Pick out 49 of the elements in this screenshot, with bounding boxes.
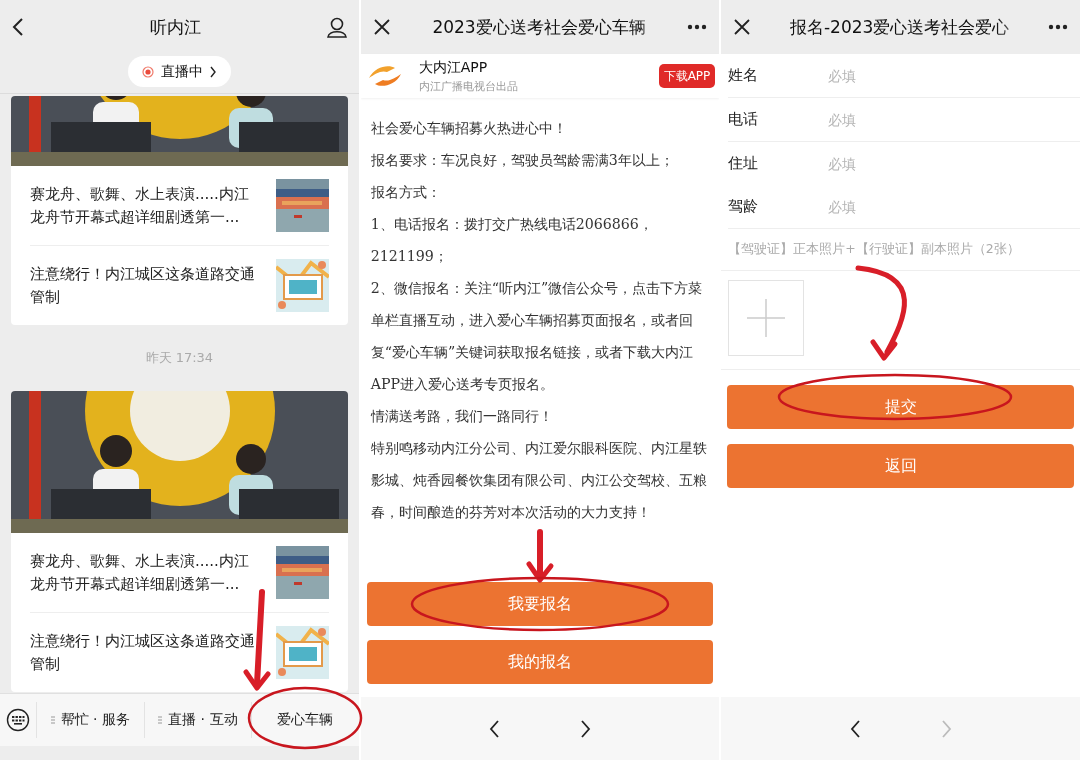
input-field[interactable]: 必填: [828, 191, 1080, 222]
input-field[interactable]: 必填: [828, 104, 1080, 135]
annotation-arrow: [526, 529, 554, 583]
chevron-icon: [209, 65, 217, 78]
window-title: 2023爱心送考社会爱心车辆: [431, 15, 647, 39]
news-title: 注意绕行！内江城区这条道路交通管制: [30, 263, 256, 308]
article-paragraph: 2、微信报名：关注“听内江”微信公众号，点击下方菜单栏直播互动，进入爱心车辆招募页面报名，或者回复“爱心车辆”关键词获取报名链接，或者下载大内江APP进入爱心送考专页报名。: [370, 279, 704, 394]
field-label: 驾龄: [728, 197, 760, 216]
news-item[interactable]: 赛龙舟、歌舞、水上表演.....内江龙舟节开幕式超详细剧透第一...: [30, 166, 329, 246]
news-title: 赛龙舟、歌舞、水上表演.....内江龙舟节开幕式超详细剧透第一...: [30, 550, 250, 595]
news-title: 注意绕行！内江城区这条道路交通管制: [30, 630, 256, 675]
user-icon[interactable]: [326, 16, 347, 38]
timestamp: 昨天 17:34: [144, 349, 215, 367]
news-item[interactable]: 注意绕行！内江城区这条道路交通管制: [30, 613, 329, 692]
plus-icon: [747, 299, 786, 337]
article-paragraph: 特别鸣移动内江分公司、内江爱尔眼科医院、内江星轶影城、炖香园餐饮集团有限公司、内江公交驾校、五粮春，时间酿造的芬芳对本次活动的大力支持！: [370, 439, 708, 522]
forward-icon[interactable]: [580, 719, 591, 738]
news-title: 赛龙舟、歌舞、水上表演.....内江龙舟节开幕式超详细剧透第一...: [30, 183, 250, 228]
menu-tab[interactable]: 直播 · 互动: [143, 702, 252, 738]
back-icon[interactable]: [489, 719, 500, 738]
download-button[interactable]: 下载APP: [658, 64, 716, 88]
article-paragraph: 报名要求：车况良好，驾驶员驾龄需满3年以上；: [370, 151, 675, 170]
input-field[interactable]: 必填: [828, 60, 1080, 91]
article-paragraph: 报名方式：: [370, 183, 442, 202]
menu-tab[interactable]: 爱心车辆: [251, 702, 359, 738]
more-icon[interactable]: [687, 24, 708, 30]
app-name: 大内江APP: [418, 58, 489, 77]
article-paragraph: 情满送考路，我们一路同行！: [370, 407, 554, 426]
more-icon[interactable]: [1048, 24, 1068, 30]
live-button[interactable]: 直播中: [127, 56, 231, 87]
window-title: 听内江: [148, 15, 202, 39]
article-paragraph: 1、电话报名：拨打交广热线电话2066866，2121199；: [370, 215, 654, 266]
article-paragraph: 社会爱心车辆招募火热进心中！: [370, 119, 568, 138]
input-field[interactable]: 必填: [828, 148, 1080, 179]
field-label: 姓名: [728, 66, 760, 85]
news-item[interactable]: 赛龙舟、歌舞、水上表演.....内江龙舟节开幕式超详细剧透第一...: [30, 533, 329, 613]
back-icon[interactable]: [12, 17, 24, 37]
back-icon[interactable]: [849, 719, 861, 738]
close-icon[interactable]: [372, 18, 391, 36]
news-item[interactable]: 注意绕行！内江城区这条道路交通管制: [30, 246, 329, 325]
field-label: 住址: [728, 154, 760, 173]
app-subtitle: 内江广播电视台出品: [418, 78, 519, 94]
keyboard-icon[interactable]: [6, 708, 30, 732]
live-dot-icon: [141, 65, 154, 78]
field-label: 电话: [728, 110, 760, 129]
menu-tab[interactable]: 帮忙 · 服务: [36, 702, 144, 738]
window-title: 报名-2023爱心送考社会爱心: [788, 15, 1011, 39]
close-icon[interactable]: [733, 18, 752, 36]
upload-hint: 【驾驶证】正本照片+【行驶证】副本照片（2张）: [721, 229, 1080, 271]
